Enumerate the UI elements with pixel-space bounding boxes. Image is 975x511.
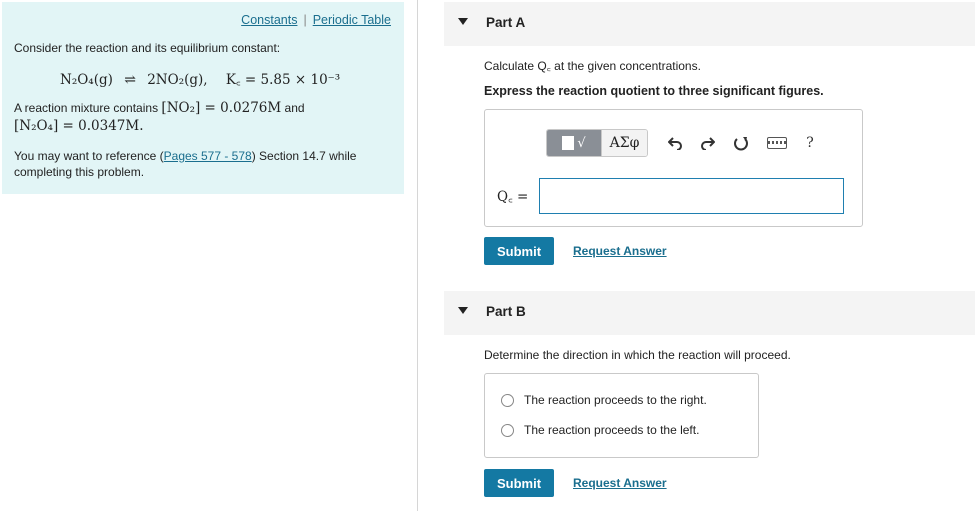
keyboard-icon[interactable] xyxy=(764,129,790,157)
part-a-header[interactable]: Part A xyxy=(444,2,975,46)
redo-icon[interactable] xyxy=(695,129,721,157)
equilibrium-arrow-icon: ⇌ xyxy=(124,72,136,88)
mixture-and: and xyxy=(284,101,305,115)
help-icon[interactable]: ? xyxy=(797,129,823,157)
no2-concentration: [NO₂] = 0.0276M xyxy=(161,100,282,116)
radical-icon: √ xyxy=(577,135,586,151)
reference-prefix: You may want to reference ( xyxy=(14,149,164,163)
part-a-request-answer-link[interactable]: Request Answer xyxy=(573,244,667,258)
pages-reference-link[interactable]: Pages 577 - 578 xyxy=(164,149,252,163)
equation-reactant: N₂O₄(g) xyxy=(60,72,113,88)
radio-button[interactable] xyxy=(501,423,514,437)
problem-info-panel: Constants | Periodic Table Consider the re… xyxy=(2,2,404,194)
equilibrium-constant: K꜀ = 5.85 × 10⁻³ xyxy=(225,72,341,88)
part-a-title: Part A xyxy=(486,15,526,30)
reset-icon[interactable] xyxy=(728,129,754,157)
resource-links: Constants | Periodic Table xyxy=(241,13,391,27)
part-b-submit-button[interactable]: Submit xyxy=(484,469,554,497)
option-label: The reaction proceeds to the right. xyxy=(524,393,707,407)
links-separator: | xyxy=(303,13,307,27)
column-divider xyxy=(417,0,418,511)
reaction-equation: N₂O₄(g) ⇌ 2NO₂(g), K꜀ = 5.85 × 10⁻³ xyxy=(60,70,340,88)
part-b-request-answer-link[interactable]: Request Answer xyxy=(573,476,667,490)
template-button[interactable]: √ xyxy=(547,130,601,156)
radio-button[interactable] xyxy=(501,393,514,407)
part-a-instruction: Calculate Q꜀ at the given concentrations… xyxy=(484,59,701,73)
option-label: The reaction proceeds to the left. xyxy=(524,423,700,437)
answer-box: √ ΑΣφ ? Q꜀ = xyxy=(484,109,863,227)
part-b-instruction: Determine the direction in which the rea… xyxy=(484,348,791,362)
part-b-title: Part B xyxy=(486,304,526,319)
part-a-submit-button[interactable]: Submit xyxy=(484,237,554,265)
qc-label: Q꜀ = xyxy=(497,189,529,205)
reference-suffix: ) Section 14.7 while xyxy=(251,149,357,163)
template-group: √ ΑΣφ xyxy=(546,129,648,157)
caret-down-icon xyxy=(458,18,468,25)
math-toolbar: √ ΑΣφ ? xyxy=(546,128,823,158)
mixture-text: A reaction mixture contains xyxy=(14,101,159,115)
reference-line-1: You may want to reference (Pages 577 - 5… xyxy=(14,148,356,164)
template-icon xyxy=(562,136,575,150)
periodic-table-link[interactable]: Periodic Table xyxy=(313,13,391,27)
qc-input[interactable] xyxy=(539,178,844,214)
n2o4-concentration: [N₂O₄] = 0.0347M. xyxy=(14,118,144,134)
problem-intro: Consider the reaction and its equilibriu… xyxy=(14,41,281,55)
undo-icon[interactable] xyxy=(662,129,688,157)
option-right[interactable]: The reaction proceeds to the right. xyxy=(501,393,707,407)
caret-down-icon xyxy=(458,307,468,314)
equation-product: 2NO₂(g), xyxy=(147,72,208,88)
reference-line-2: completing this problem. xyxy=(14,165,145,179)
constants-link[interactable]: Constants xyxy=(241,13,297,27)
mixture-line-1: A reaction mixture contains [NO₂] = 0.02… xyxy=(14,100,305,116)
option-left[interactable]: The reaction proceeds to the left. xyxy=(501,423,699,437)
options-box: The reaction proceeds to the right. The … xyxy=(484,373,759,458)
greek-button[interactable]: ΑΣφ xyxy=(601,130,647,156)
part-b-header[interactable]: Part B xyxy=(444,291,975,335)
part-a-express: Express the reaction quotient to three s… xyxy=(484,84,824,98)
